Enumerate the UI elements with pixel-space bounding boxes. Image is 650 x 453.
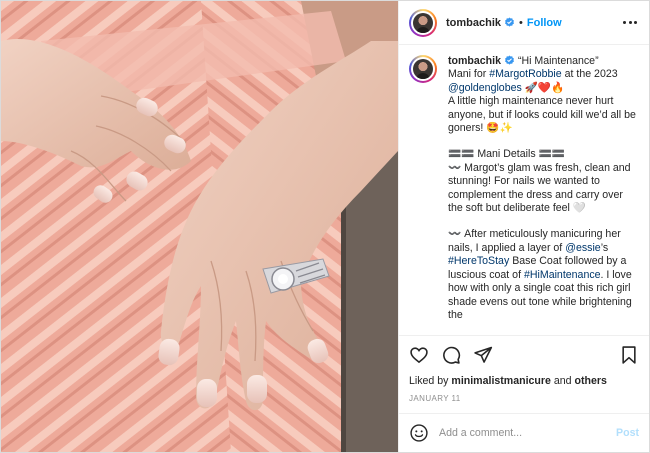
post-header: tombachik • Follow [399,1,649,45]
caption-text: tombachik “Hi Maintenance” Mani for #Mar… [448,55,639,335]
post-comment-button[interactable]: Post [616,427,639,439]
mention-essie-link[interactable]: @essie [565,242,601,254]
post-photo[interactable] [1,1,398,452]
caption-para3-b: ’s [600,241,609,254]
paper-plane-icon[interactable] [473,345,493,365]
caption-intro: “Hi Maintenance” [517,55,599,67]
verified-badge-icon [504,55,514,65]
caption-area: tombachik “Hi Maintenance” Mani for #Mar… [399,45,649,336]
comment-input[interactable] [439,427,617,439]
liked-others-link[interactable]: others [574,375,606,387]
separator-dot: • [519,16,523,29]
hashtag-heretostay-link[interactable]: #HereToStay [448,255,509,267]
hashtag-margotrobbie-link[interactable]: #MargotRobbie [489,68,561,80]
post-side-panel: tombachik • Follow tombachik “Hi Mainten… [398,1,649,452]
author-username[interactable]: tombachik [446,17,501,29]
caption-details-heading: 🟰🟰 Mani Details 🟰🟰 [448,148,565,161]
post-date[interactable]: JANUARY 11 [399,388,649,414]
caption-username[interactable]: tombachik [448,55,501,67]
comment-bar: Post [399,414,649,452]
liked-middle: and [550,375,575,387]
liked-user-link[interactable]: minimalistmanicure [451,375,551,387]
author-avatar[interactable] [409,8,437,37]
action-bar [399,336,649,374]
liked-by-text: Liked by minimalistmanicure and others [399,374,649,388]
bookmark-icon[interactable] [619,345,639,365]
smiley-icon[interactable] [409,423,429,443]
heart-icon[interactable] [409,345,429,365]
follow-button[interactable]: Follow [527,17,562,29]
caption-para2: 〰️ Margot’s glam was fresh, clean and st… [448,161,631,215]
liked-prefix: Liked by [409,375,452,387]
more-options-icon[interactable] [621,14,639,32]
comment-icon[interactable] [441,345,461,365]
caption-para1: A little high maintenance never hurt any… [448,95,636,135]
caption-emojis: 🚀❤️🔥 [521,81,565,94]
caption-author-avatar[interactable] [409,55,437,83]
mention-goldenglobes-link[interactable]: @goldenglobes [448,82,522,94]
caption-line1-suffix: at the 2023 [561,68,618,81]
hashtag-himaintenance-link[interactable]: #HiMaintenance [524,269,601,281]
verified-badge-icon [505,17,515,27]
instagram-post: tombachik • Follow tombachik “Hi Mainten… [0,0,650,453]
manicure-photo-illustration [1,1,398,452]
caption-line1-prefix: Mani for [448,68,490,81]
